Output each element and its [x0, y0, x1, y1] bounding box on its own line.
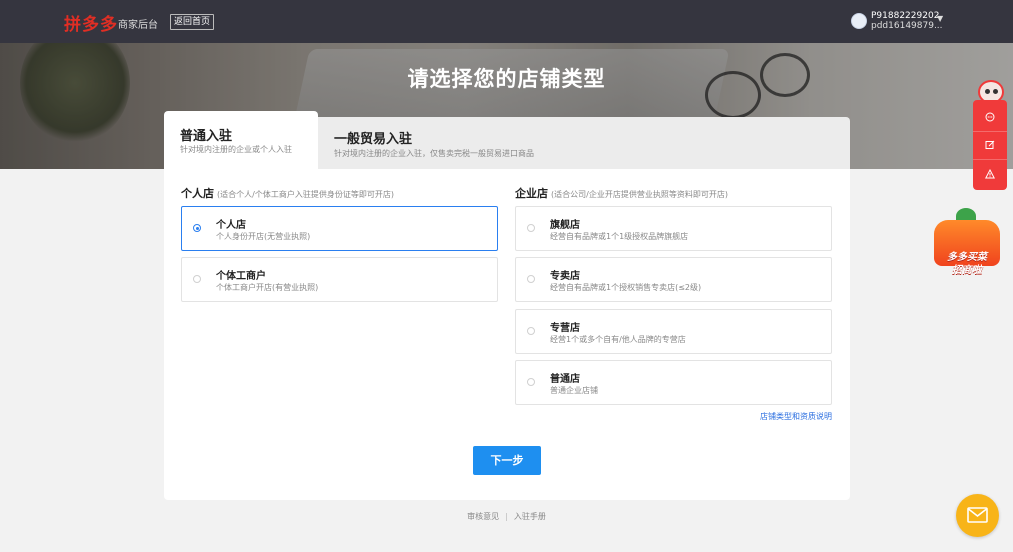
option-personal-store[interactable]: 个人店 个人身份开店(无营业执照): [181, 206, 498, 251]
entry-manual-link[interactable]: 入驻手册: [514, 512, 546, 521]
entry-type-tabs: 普通入驻 针对境内注册的企业或个人入驻 一般贸易入驻 针对境内注册的企业入驻，仅…: [164, 111, 850, 169]
tab-desc: 针对境内注册的企业或个人入驻: [180, 145, 292, 154]
option-exclusive-store[interactable]: 专卖店 经营自有品牌或1个授权销售专卖店(≤2级): [515, 257, 832, 302]
merchant-backend-label: 商家后台: [118, 20, 158, 31]
back-home-button[interactable]: 返回首页: [170, 14, 215, 30]
option-title: 普通店: [550, 374, 580, 385]
tab-general-trade-entry[interactable]: 一般贸易入驻 针对境内注册的企业入驻，仅售卖完税一般贸易进口商品: [318, 117, 850, 169]
top-bar: 拼多多 商家后台 返回首页 P91882229202 pdd16149879..…: [0, 0, 1013, 43]
footer-links: 审核意见 | 入驻手册: [0, 511, 1013, 522]
option-title: 旗舰店: [550, 220, 580, 231]
section-hint: (适合公司/企业开店提供营业执照等资料即可开店): [551, 190, 728, 199]
mail-icon: [967, 507, 988, 523]
edit-icon: [985, 140, 995, 149]
option-regular-store[interactable]: 普通店 普通企业店铺: [515, 360, 832, 405]
option-specialty-store[interactable]: 专营店 经营1个或多个自有/他人品牌的专营店: [515, 309, 832, 354]
side-toolbar: [973, 100, 1007, 190]
store-type-info-link[interactable]: 店铺类型和资质说明: [719, 411, 832, 422]
avatar[interactable]: [851, 13, 867, 29]
option-desc: 经营1个或多个自有/他人品牌的专营店: [550, 335, 686, 344]
option-title: 个人店: [216, 220, 246, 231]
store-type-card: 个人店 (适合个人/个体工商户入驻提供身份证等即可开店) 个人店 个人身份开店(无…: [164, 169, 850, 500]
chevron-down-icon[interactable]: ▼: [937, 14, 943, 23]
next-step-button[interactable]: 下一步: [473, 446, 541, 475]
option-desc: 个人身份开店(无营业执照): [216, 232, 311, 241]
option-title: 专营店: [550, 323, 580, 334]
review-opinions-link[interactable]: 审核意见: [467, 512, 499, 521]
tab-title: 普通入驻: [180, 129, 233, 144]
warning-icon: [985, 169, 995, 179]
radio-button[interactable]: [527, 327, 535, 335]
section-title: 个人店: [181, 187, 214, 200]
enterprise-section-heading: 企业店 (适合公司/企业开店提供营业执照等资料即可开店): [515, 185, 728, 201]
message-button[interactable]: [956, 494, 999, 537]
tab-desc: 针对境内注册的企业入驻，仅售卖完税一般贸易进口商品: [334, 149, 534, 158]
personal-section-heading: 个人店 (适合个人/个体工商户入驻提供身份证等即可开店): [181, 185, 394, 201]
option-desc: 经营自有品牌或1个1级授权品牌旗舰店: [550, 232, 689, 241]
option-title: 专卖店: [550, 271, 580, 282]
radio-button[interactable]: [193, 224, 201, 232]
feedback-button[interactable]: [973, 131, 1007, 160]
radio-button[interactable]: [527, 378, 535, 386]
chat-button[interactable]: [973, 103, 1007, 132]
duoduo-grocery-promo[interactable]: 多多买菜 招商啦: [928, 208, 1006, 280]
section-title: 企业店: [515, 187, 548, 200]
footer-separator: |: [505, 512, 508, 521]
page-title: 请选择您的店铺类型: [407, 67, 606, 91]
radio-button[interactable]: [193, 275, 201, 283]
tab-normal-entry[interactable]: 普通入驻 针对境内注册的企业或个人入驻: [164, 111, 318, 169]
option-title: 个体工商户: [216, 271, 266, 282]
option-desc: 普通企业店铺: [550, 386, 598, 395]
chat-icon: [985, 112, 995, 122]
account-id[interactable]: P91882229202: [871, 11, 939, 21]
pinduoduo-logo[interactable]: 拼多多: [64, 10, 118, 35]
promo-line2: 招商啦: [952, 265, 982, 276]
radio-button[interactable]: [527, 275, 535, 283]
option-flagship-store[interactable]: 旗舰店 经营自有品牌或1个1级授权品牌旗舰店: [515, 206, 832, 251]
option-desc: 经营自有品牌或1个授权销售专卖店(≤2级): [550, 283, 702, 292]
option-desc: 个体工商户开店(有营业执照): [216, 283, 319, 292]
report-button[interactable]: [973, 160, 1007, 189]
account-name[interactable]: pdd16149879...: [871, 21, 943, 31]
radio-button[interactable]: [527, 224, 535, 232]
section-hint: (适合个人/个体工商户入驻提供身份证等即可开店): [217, 190, 394, 199]
tab-title: 一般贸易入驻: [334, 132, 413, 147]
option-individual-business[interactable]: 个体工商户 个体工商户开店(有营业执照): [181, 257, 498, 302]
